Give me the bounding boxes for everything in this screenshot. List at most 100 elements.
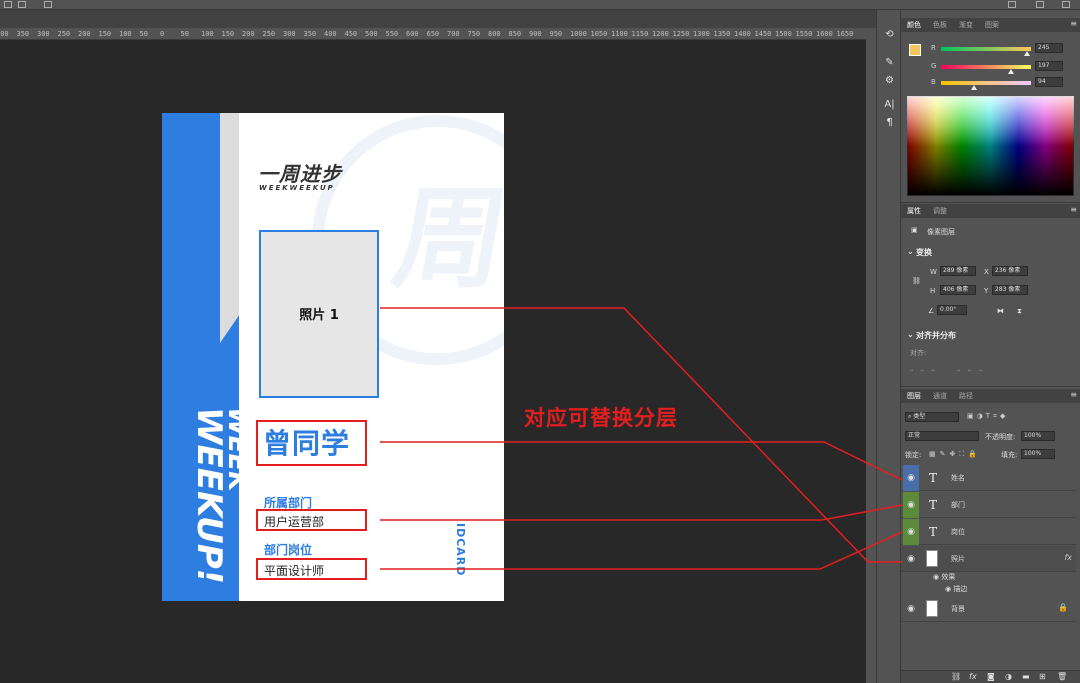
ruler-tick: 400 xyxy=(324,30,337,38)
color-panel-tabs: 颜色 色板 渐变 图案 ≡ xyxy=(901,18,1080,32)
eye-icon[interactable]: ◉ xyxy=(903,465,919,491)
r-thumb[interactable] xyxy=(1024,51,1030,56)
ruler-tick: 450 xyxy=(344,30,358,38)
layer-name[interactable]: 背景 xyxy=(951,604,965,614)
panel-menu-icon[interactable]: ≡ xyxy=(1070,19,1077,28)
tab-channels[interactable]: 通道 xyxy=(933,391,947,401)
eye-icon[interactable]: ◉ xyxy=(903,596,919,622)
ruler-tick: 350 xyxy=(16,30,30,38)
new-layer-icon[interactable]: ⊞ xyxy=(1039,672,1046,681)
history-brush-icon[interactable]: ⟲ xyxy=(882,28,897,42)
paragraph-icon[interactable]: ¶ xyxy=(882,116,897,130)
transform-chevron-icon[interactable]: ⌄ xyxy=(907,247,914,256)
g-thumb[interactable] xyxy=(1008,69,1014,74)
folder-icon[interactable]: ▬ xyxy=(1022,672,1030,681)
b-value[interactable]: 94 xyxy=(1035,77,1063,87)
eye-icon[interactable]: ◉ xyxy=(903,546,919,572)
adjust-icon[interactable]: ⚙ xyxy=(882,74,897,88)
options-icon[interactable] xyxy=(44,1,52,8)
layer-row[interactable]: ◉ T 岗位 xyxy=(901,519,1076,545)
brush-icon[interactable]: ✎ xyxy=(882,56,897,70)
panel-menu-icon[interactable]: ≡ xyxy=(1070,205,1077,214)
mask-icon[interactable]: ◙ xyxy=(987,672,995,681)
options-icon[interactable] xyxy=(1008,1,1016,8)
panel-tool-strip: ⟲ ✎ ⚙ A| ¶ xyxy=(876,10,901,683)
options-icon[interactable] xyxy=(1036,1,1044,8)
adjustment-icon[interactable]: ◑ xyxy=(1005,672,1012,681)
tab-adjustments[interactable]: 调整 xyxy=(933,206,947,216)
ruler-tick: 350 xyxy=(303,30,317,38)
layer-filter-icons[interactable]: ▣◑T⌗◆ xyxy=(967,412,1008,421)
layer-name[interactable]: 岗位 xyxy=(951,527,965,537)
effects-row[interactable]: ◉ 效果 xyxy=(933,572,955,582)
eye-icon[interactable]: ◉ xyxy=(903,519,919,545)
tab-swatches[interactable]: 色板 xyxy=(933,20,947,30)
angle-field[interactable]: 0.00° xyxy=(937,305,967,315)
x-label: X xyxy=(984,268,989,276)
r-track[interactable] xyxy=(941,47,1031,51)
fx-icon[interactable]: fx xyxy=(969,672,977,681)
lock-icons[interactable]: ▦✎✥⛶🔒 xyxy=(929,450,981,459)
text-layer-icon: T xyxy=(929,498,938,512)
horizontal-ruler[interactable]: 4003503002502001501005005010015020025030… xyxy=(0,28,866,40)
watermark-glyph: 周 xyxy=(384,175,504,303)
align-buttons-row[interactable]: ⎵⎵⎵ ⎵⎵⎵ xyxy=(910,363,990,372)
flip-horizontal-icon[interactable]: ⧓ xyxy=(997,307,1004,315)
panel-menu-icon[interactable]: ≡ xyxy=(1070,390,1077,399)
g-slider[interactable]: G 197 xyxy=(931,61,1080,74)
character-icon[interactable]: A| xyxy=(882,98,897,112)
options-icon[interactable] xyxy=(4,1,12,8)
vertical-scrollbar[interactable] xyxy=(866,28,876,683)
x-field[interactable]: 236 像素 xyxy=(992,266,1028,276)
ruler-tick: 100 xyxy=(119,30,132,38)
layers-panel-tabs: 图层 通道 路径 ≡ xyxy=(901,389,1080,403)
ruler-tick: 1500 xyxy=(775,30,792,38)
width-field[interactable]: 289 像素 xyxy=(940,266,976,276)
b-slider[interactable]: B 94 xyxy=(931,77,1080,90)
right-panels: 颜色 色板 渐变 图案 ≡ R 245 G 197 B 94 属性 调整 ≡ ▣… xyxy=(901,10,1080,683)
stroke-effect-row[interactable]: ◉ 描边 xyxy=(945,584,967,594)
lock-icon[interactable]: 🔒 xyxy=(1058,603,1068,612)
options-icon[interactable] xyxy=(1062,1,1070,8)
photo-placeholder[interactable]: 照片 1 xyxy=(259,230,379,398)
layer-name[interactable]: 照片 xyxy=(951,554,965,564)
layer-row[interactable]: ◉ 照片 fx xyxy=(901,546,1076,572)
height-field[interactable]: 406 像素 xyxy=(940,285,976,295)
eye-icon[interactable]: ◉ xyxy=(903,492,919,518)
ruler-tick: 900 xyxy=(529,30,542,38)
effects-label: 效果 xyxy=(941,573,956,581)
options-icon[interactable] xyxy=(18,1,26,8)
tab-paths[interactable]: 路径 xyxy=(959,391,973,401)
b-thumb[interactable] xyxy=(971,85,977,90)
tab-layers[interactable]: 图层 xyxy=(907,391,921,401)
g-value[interactable]: 197 xyxy=(1035,61,1063,71)
tab-color[interactable]: 颜色 xyxy=(907,20,921,30)
layer-filter-select[interactable]: ⌕ 类型 xyxy=(905,412,959,422)
align-chevron-icon[interactable]: ⌄ xyxy=(907,330,914,339)
b-track[interactable] xyxy=(941,81,1031,85)
flip-vertical-icon[interactable]: ⧗ xyxy=(1017,307,1022,316)
layer-row[interactable]: ◉ 背景 🔒 xyxy=(901,596,1076,622)
g-track[interactable] xyxy=(941,65,1031,69)
trash-icon[interactable]: 🗑 xyxy=(1057,672,1067,681)
layer-fx-badge[interactable]: fx xyxy=(1064,553,1072,562)
layer-name[interactable]: 部门 xyxy=(951,500,965,510)
foreground-color-swatch[interactable] xyxy=(909,44,921,56)
ruler-tick: 1000 xyxy=(570,30,587,38)
link-layers-icon[interactable]: ⛓ xyxy=(951,672,961,681)
ruler-tick: 250 xyxy=(262,30,276,38)
fill-field[interactable]: 100% xyxy=(1021,449,1055,459)
layer-row[interactable]: ◉ T 姓名 xyxy=(901,465,1076,491)
blend-mode-select[interactable]: 正常 xyxy=(905,431,979,441)
layer-row[interactable]: ◉ T 部门 xyxy=(901,492,1076,518)
tab-gradients[interactable]: 渐变 xyxy=(959,20,973,30)
text-layer-icon: T xyxy=(929,525,938,539)
link-icon[interactable]: ⛓ xyxy=(912,277,921,285)
y-field[interactable]: 283 像素 xyxy=(992,285,1028,295)
layer-name[interactable]: 姓名 xyxy=(951,473,965,483)
opacity-field[interactable]: 100% xyxy=(1021,431,1055,441)
r-value[interactable]: 245 xyxy=(1035,43,1063,53)
r-slider[interactable]: R 245 xyxy=(931,43,1080,56)
tab-properties[interactable]: 属性 xyxy=(907,206,921,216)
tab-patterns[interactable]: 图案 xyxy=(985,20,999,30)
